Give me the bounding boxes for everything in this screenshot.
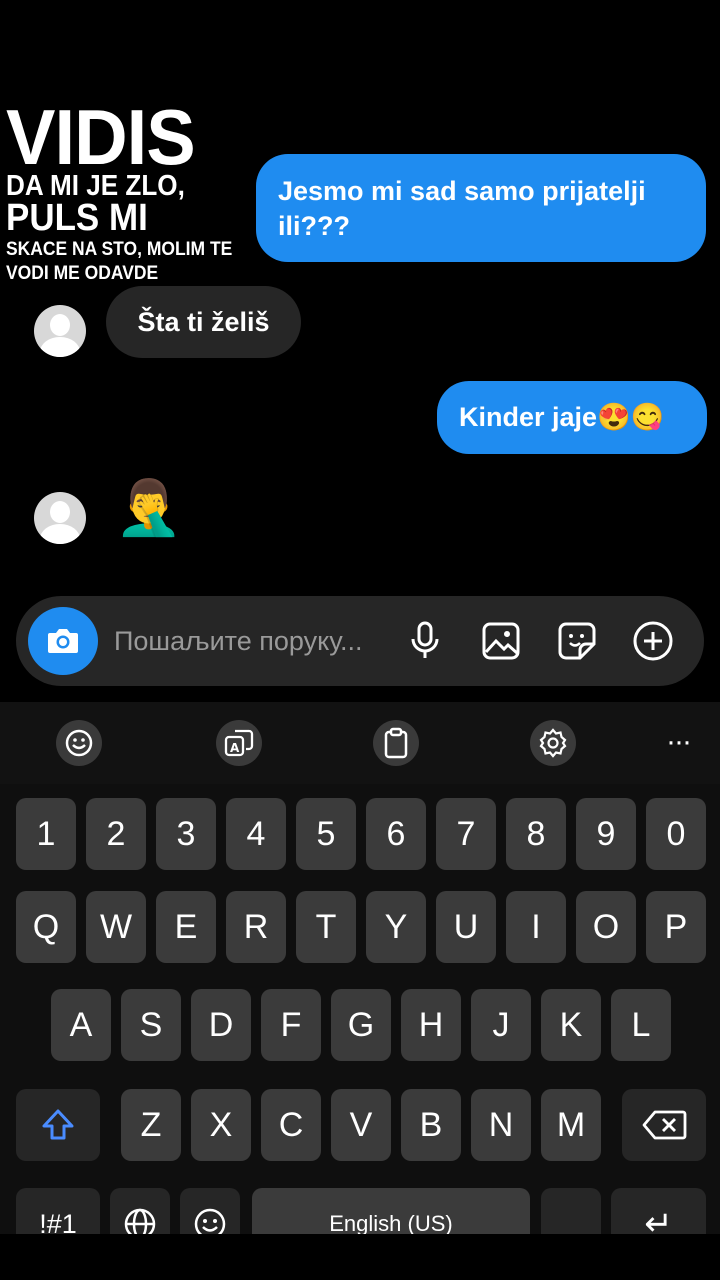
key-b[interactable]: B xyxy=(401,1089,461,1161)
key-v[interactable]: V xyxy=(331,1089,391,1161)
emoji-button[interactable] xyxy=(56,720,102,766)
clipboard-icon xyxy=(384,727,408,759)
key-m[interactable]: M xyxy=(541,1089,601,1161)
message-outgoing[interactable]: Kinder jaje😍😋 xyxy=(437,381,707,454)
avatar[interactable] xyxy=(34,492,86,544)
key-g[interactable]: G xyxy=(331,989,391,1061)
camera-icon xyxy=(48,629,78,653)
key-d[interactable]: D xyxy=(191,989,251,1061)
key-z[interactable]: Z xyxy=(121,1089,181,1161)
key-k[interactable]: K xyxy=(541,989,601,1061)
more-icon: ··· xyxy=(666,725,692,758)
key-h[interactable]: H xyxy=(401,989,461,1061)
plus-icon xyxy=(633,621,673,661)
add-button[interactable] xyxy=(632,620,674,662)
sticker-button[interactable] xyxy=(556,620,598,662)
sticker-icon xyxy=(558,622,596,660)
message-incoming[interactable]: Šta ti želiš xyxy=(106,286,301,358)
translate-button[interactable]: A xyxy=(216,720,262,766)
key-p[interactable]: P xyxy=(646,891,706,963)
key-3[interactable]: 3 xyxy=(156,798,216,870)
avatar[interactable] xyxy=(34,305,86,357)
key-u[interactable]: U xyxy=(436,891,496,963)
backspace-key[interactable] xyxy=(622,1089,706,1161)
key-x[interactable]: X xyxy=(191,1089,251,1161)
key-y[interactable]: Y xyxy=(366,891,426,963)
key-2[interactable]: 2 xyxy=(86,798,146,870)
caption-line-3: PULS MI xyxy=(6,197,148,239)
key-f[interactable]: F xyxy=(261,989,321,1061)
key-r[interactable]: R xyxy=(226,891,286,963)
key-e[interactable]: E xyxy=(156,891,216,963)
microphone-icon xyxy=(411,621,439,658)
caption-line-4: SKACE NA STO, MOLIM TE xyxy=(6,239,233,260)
key-0[interactable]: 0 xyxy=(646,798,706,870)
key-1[interactable]: 1 xyxy=(16,798,76,870)
key-6[interactable]: 6 xyxy=(366,798,426,870)
key-n[interactable]: N xyxy=(471,1089,531,1161)
key-t[interactable]: T xyxy=(296,891,356,963)
clipboard-button[interactable] xyxy=(373,720,419,766)
key-j[interactable]: J xyxy=(471,989,531,1061)
key-i[interactable]: I xyxy=(506,891,566,963)
key-4[interactable]: 4 xyxy=(226,798,286,870)
key-l[interactable]: L xyxy=(611,989,671,1061)
message-input[interactable]: Пошаљите поруку... xyxy=(114,596,394,686)
settings-icon xyxy=(539,728,567,758)
key-w[interactable]: W xyxy=(86,891,146,963)
key-9[interactable]: 9 xyxy=(576,798,636,870)
translate-icon: A xyxy=(224,729,254,757)
settings-button[interactable] xyxy=(530,720,576,766)
microphone-button[interactable] xyxy=(404,620,446,662)
camera-button[interactable] xyxy=(28,607,98,675)
caption-line-5: VODI ME ODAVDE xyxy=(6,263,159,284)
more-options-button[interactable]: ··· xyxy=(656,722,700,762)
shift-icon xyxy=(42,1109,74,1140)
keyboard: 1 2 3 4 5 6 7 8 9 0 Q W E R T Y U I O P … xyxy=(0,784,720,1260)
bottom-edge xyxy=(0,1234,720,1280)
key-s[interactable]: S xyxy=(121,989,181,1061)
key-q[interactable]: Q xyxy=(16,891,76,963)
caption-title: VIDIS xyxy=(6,93,196,181)
emoji-icon xyxy=(65,729,93,757)
gallery-icon xyxy=(482,622,520,660)
shift-key[interactable] xyxy=(16,1089,100,1161)
key-c[interactable]: C xyxy=(261,1089,321,1161)
key-7[interactable]: 7 xyxy=(436,798,496,870)
message-composer: Пошаљите поруку... xyxy=(16,596,704,686)
gallery-button[interactable] xyxy=(480,620,522,662)
backspace-icon xyxy=(642,1110,687,1140)
svg-text:A: A xyxy=(230,741,240,755)
key-o[interactable]: O xyxy=(576,891,636,963)
key-5[interactable]: 5 xyxy=(296,798,356,870)
key-8[interactable]: 8 xyxy=(506,798,566,870)
keyboard-toolbar: A ··· xyxy=(0,702,720,784)
key-a[interactable]: A xyxy=(51,989,111,1061)
message-outgoing[interactable]: Jesmo mi sad samo prijatelji ili??? xyxy=(256,154,706,262)
message-incoming-emoji[interactable]: 🤦‍♂️ xyxy=(115,478,182,538)
